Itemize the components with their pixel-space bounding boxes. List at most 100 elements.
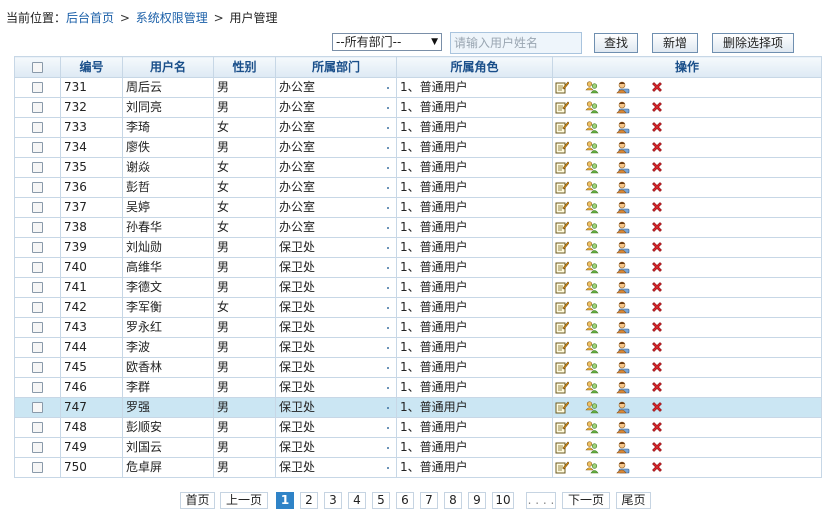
assign-role-icon[interactable] [585, 240, 599, 254]
table-row[interactable]: 746 李群男保卫处 1、普通用户 [14, 377, 822, 398]
delete-icon[interactable] [650, 320, 664, 334]
assign-role-icon[interactable] [585, 340, 599, 354]
department-select[interactable]: --所有部门-- ▼ [332, 33, 442, 51]
edit-icon[interactable] [555, 260, 570, 274]
delete-icon[interactable] [650, 380, 664, 394]
column-header-department[interactable]: 所属部门 [275, 56, 397, 78]
table-row[interactable]: 748 彭顺安男保卫处 1、普通用户 [14, 417, 822, 438]
assign-role-icon[interactable] [585, 460, 599, 474]
user-permission-icon[interactable] [616, 340, 630, 354]
page-number-4[interactable]: 4 [348, 492, 366, 509]
user-permission-icon[interactable] [616, 240, 630, 254]
user-permission-icon[interactable] [616, 100, 630, 114]
delete-icon[interactable] [650, 140, 664, 154]
table-row[interactable]: 734 廖佚男办公室 1、普通用户 [14, 137, 822, 158]
edit-icon[interactable] [555, 420, 570, 434]
column-header-role[interactable]: 所属角色 [396, 56, 553, 78]
delete-icon[interactable] [650, 280, 664, 294]
edit-icon[interactable] [555, 440, 570, 454]
page-number-6[interactable]: 6 [396, 492, 414, 509]
row-checkbox[interactable] [32, 462, 43, 473]
delete-icon[interactable] [650, 340, 664, 354]
edit-icon[interactable] [555, 100, 570, 114]
delete-icon[interactable] [650, 180, 664, 194]
row-checkbox[interactable] [32, 342, 43, 353]
assign-role-icon[interactable] [585, 200, 599, 214]
assign-role-icon[interactable] [585, 120, 599, 134]
first-page-button[interactable]: 首页 [180, 492, 215, 509]
delete-icon[interactable] [650, 400, 664, 414]
page-number-9[interactable]: 9 [468, 492, 486, 509]
page-number-10[interactable]: 10 [492, 492, 514, 509]
delete-icon[interactable] [650, 460, 664, 474]
user-permission-icon[interactable] [616, 400, 630, 414]
user-permission-icon[interactable] [616, 320, 630, 334]
row-checkbox[interactable] [32, 82, 43, 93]
assign-role-icon[interactable] [585, 320, 599, 334]
delete-icon[interactable] [650, 220, 664, 234]
user-permission-icon[interactable] [616, 460, 630, 474]
user-permission-icon[interactable] [616, 380, 630, 394]
row-checkbox[interactable] [32, 302, 43, 313]
delete-icon[interactable] [650, 360, 664, 374]
assign-role-icon[interactable] [585, 280, 599, 294]
page-number-1[interactable]: 1 [276, 492, 294, 509]
delete-selected-button[interactable]: 删除选择项 [712, 33, 794, 53]
page-number-3[interactable]: 3 [324, 492, 342, 509]
edit-icon[interactable] [555, 140, 570, 154]
user-permission-icon[interactable] [616, 200, 630, 214]
row-checkbox[interactable] [32, 422, 43, 433]
delete-icon[interactable] [650, 420, 664, 434]
row-checkbox[interactable] [32, 262, 43, 273]
user-permission-icon[interactable] [616, 360, 630, 374]
assign-role-icon[interactable] [585, 420, 599, 434]
row-checkbox[interactable] [32, 202, 43, 213]
add-button[interactable]: 新增 [652, 33, 698, 53]
assign-role-icon[interactable] [585, 300, 599, 314]
column-header-username[interactable]: 用户名 [122, 56, 214, 78]
page-number-7[interactable]: 7 [420, 492, 438, 509]
delete-icon[interactable] [650, 120, 664, 134]
edit-icon[interactable] [555, 280, 570, 294]
edit-icon[interactable] [555, 240, 570, 254]
user-permission-icon[interactable] [616, 260, 630, 274]
table-row[interactable]: 738 孙春华女办公室 1、普通用户 [14, 217, 822, 238]
edit-icon[interactable] [555, 200, 570, 214]
column-header-gender[interactable]: 性别 [213, 56, 276, 78]
table-row[interactable]: 744 李波男保卫处 1、普通用户 [14, 337, 822, 358]
page-number-8[interactable]: 8 [444, 492, 462, 509]
user-permission-icon[interactable] [616, 420, 630, 434]
user-permission-icon[interactable] [616, 280, 630, 294]
username-search-input[interactable]: 请输入用户姓名 [450, 32, 582, 54]
table-row[interactable]: 731 周后云男办公室 1、普通用户 [14, 77, 822, 98]
edit-icon[interactable] [555, 340, 570, 354]
delete-icon[interactable] [650, 300, 664, 314]
edit-icon[interactable] [555, 120, 570, 134]
user-permission-icon[interactable] [616, 440, 630, 454]
table-row[interactable]: 733 李琦女办公室 1、普通用户 [14, 117, 822, 138]
delete-icon[interactable] [650, 440, 664, 454]
column-header-id[interactable]: 编号 [60, 56, 123, 78]
find-button[interactable]: 查找 [594, 33, 638, 53]
row-checkbox[interactable] [32, 282, 43, 293]
edit-icon[interactable] [555, 180, 570, 194]
assign-role-icon[interactable] [585, 360, 599, 374]
edit-icon[interactable] [555, 360, 570, 374]
assign-role-icon[interactable] [585, 100, 599, 114]
table-row[interactable]: 745 欧香林男保卫处 1、普通用户 [14, 357, 822, 378]
next-page-button[interactable]: 下一页 [562, 492, 610, 509]
breadcrumb-home-link[interactable]: 后台首页 [66, 11, 114, 25]
edit-icon[interactable] [555, 160, 570, 174]
table-row[interactable]: 742 李军衡女保卫处 1、普通用户 [14, 297, 822, 318]
table-row[interactable]: 747 罗强男保卫处 1、普通用户 [14, 397, 822, 418]
assign-role-icon[interactable] [585, 440, 599, 454]
row-checkbox[interactable] [32, 402, 43, 413]
assign-role-icon[interactable] [585, 180, 599, 194]
table-row[interactable]: 737 吴婷女办公室 1、普通用户 [14, 197, 822, 218]
user-permission-icon[interactable] [616, 180, 630, 194]
table-row[interactable]: 743 罗永红男保卫处 1、普通用户 [14, 317, 822, 338]
row-checkbox[interactable] [32, 142, 43, 153]
row-checkbox[interactable] [32, 182, 43, 193]
table-row[interactable]: 750 危卓屏男保卫处 1、普通用户 [14, 457, 822, 478]
edit-icon[interactable] [555, 460, 570, 474]
